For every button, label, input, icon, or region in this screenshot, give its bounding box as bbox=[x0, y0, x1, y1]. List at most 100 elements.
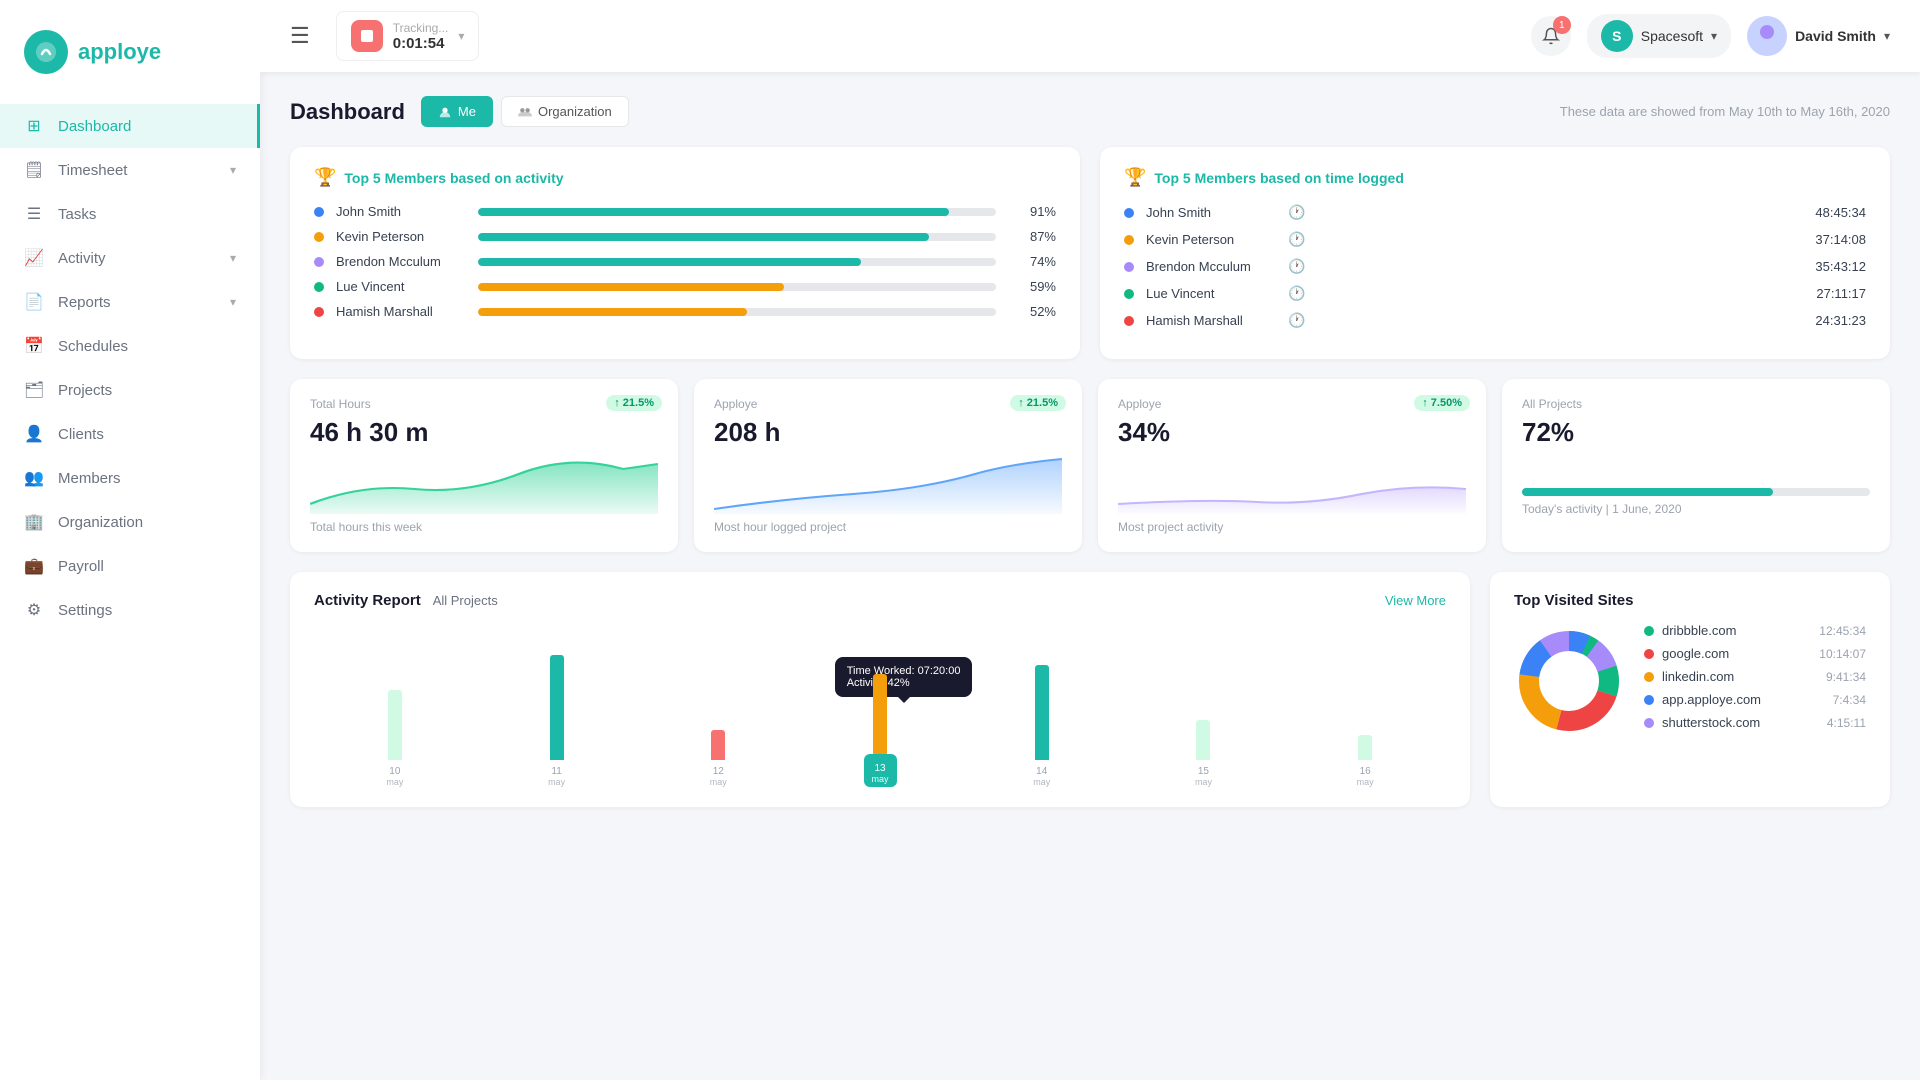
sidebar-item-dashboard[interactable]: ⊞ Dashboard bbox=[0, 104, 260, 148]
list-item: Kevin Peterson 🕐 37:14:08 bbox=[1124, 231, 1866, 248]
member-name: Brendon Mcculum bbox=[1146, 259, 1276, 274]
view-more-button[interactable]: View More bbox=[1385, 593, 1446, 608]
sidebar-item-reports[interactable]: 📄 Reports ▾ bbox=[0, 280, 260, 324]
notifications-button[interactable]: 1 bbox=[1531, 16, 1571, 56]
activity-report-subtitle: All Projects bbox=[433, 593, 498, 608]
dashboard-header: Dashboard Me Organization These data are… bbox=[290, 96, 1890, 127]
site-dot bbox=[1644, 718, 1654, 728]
member-name: Lue Vincent bbox=[336, 279, 466, 294]
list-item: shutterstock.com 4:15:11 bbox=[1644, 715, 1866, 730]
site-dot bbox=[1644, 626, 1654, 636]
site-time: 4:15:11 bbox=[1827, 716, 1866, 730]
bottom-section: Activity Report All Projects View More T… bbox=[290, 572, 1890, 807]
chevron-down-icon: ▾ bbox=[230, 295, 236, 309]
stat-value-all-projects: 72% bbox=[1522, 417, 1870, 448]
clock-icon: 🕐 bbox=[1288, 258, 1305, 275]
sidebar-label-clients: Clients bbox=[58, 426, 104, 443]
activity-pct: 91% bbox=[1018, 204, 1056, 219]
clock-icon: 🕐 bbox=[1288, 231, 1305, 248]
sidebar-item-payroll[interactable]: 💼 Payroll bbox=[0, 544, 260, 588]
dashboard-icon: ⊞ bbox=[24, 116, 44, 136]
member-time: 24:31:23 bbox=[1815, 313, 1866, 328]
sidebar-label-settings: Settings bbox=[58, 602, 112, 619]
tracking-stop-button[interactable] bbox=[351, 20, 383, 52]
top-activity-title: 🏆 Top 5 Members based on activity bbox=[314, 167, 1056, 188]
members-icon: 👥 bbox=[24, 468, 44, 488]
sidebar-label-organization: Organization bbox=[58, 514, 143, 531]
member-time: 48:45:34 bbox=[1815, 205, 1866, 220]
stat-chart-apploye-hours bbox=[714, 454, 1062, 514]
org-selector[interactable]: S Spacesoft ▾ bbox=[1587, 14, 1731, 58]
activity-bar-chart: 10may 11may 12may 13may 14may 15may 16ma… bbox=[314, 657, 1446, 787]
tab-me-label: Me bbox=[458, 104, 476, 119]
stat-card-all-projects: All Projects 72% Today's activity | 1 Ju… bbox=[1502, 379, 1890, 552]
logo: apploye bbox=[0, 20, 260, 104]
member-name: John Smith bbox=[336, 204, 466, 219]
list-item: 15may bbox=[1123, 720, 1285, 787]
stat-badge-apploye-hours: ↑ 21.5% bbox=[1010, 395, 1066, 411]
header: ☰ Tracking... 0:01:54 ▾ 1 S Spacesoft ▾ … bbox=[260, 0, 1920, 72]
activity-pct: 59% bbox=[1018, 279, 1056, 294]
org-dropdown-icon: ▾ bbox=[1711, 29, 1717, 43]
sites-title: Top Visited Sites bbox=[1514, 592, 1866, 609]
list-item: Lue Vincent 59% bbox=[314, 279, 1056, 294]
tab-me[interactable]: Me bbox=[421, 96, 493, 127]
time-members-list: John Smith 🕐 48:45:34 Kevin Peterson 🕐 3… bbox=[1124, 204, 1866, 329]
tracking-dropdown-icon[interactable]: ▾ bbox=[458, 29, 464, 43]
list-item: 14may bbox=[961, 665, 1123, 787]
sidebar-item-activity[interactable]: 📈 Activity ▾ bbox=[0, 236, 260, 280]
member-name: John Smith bbox=[1146, 205, 1276, 220]
activity-report-title: Activity Report bbox=[314, 592, 421, 609]
top-time-card: 🏆 Top 5 Members based on time logged Joh… bbox=[1100, 147, 1890, 359]
list-item: Lue Vincent 🕐 27:11:17 bbox=[1124, 285, 1866, 302]
user-dropdown-icon[interactable]: ▾ bbox=[1884, 29, 1890, 43]
sidebar-item-schedules[interactable]: 📅 Schedules bbox=[0, 324, 260, 368]
main-content: ☰ Tracking... 0:01:54 ▾ 1 S Spacesoft ▾ … bbox=[260, 0, 1920, 1080]
sidebar-item-projects[interactable]: 🗂 Projects bbox=[0, 368, 260, 412]
page-content: Dashboard Me Organization These data are… bbox=[260, 72, 1920, 1080]
menu-toggle-button[interactable]: ☰ bbox=[290, 23, 310, 49]
trophy-icon: 🏆 bbox=[314, 167, 336, 188]
member-time: 37:14:08 bbox=[1815, 232, 1866, 247]
site-name: app.apploye.com bbox=[1662, 692, 1825, 707]
stat-subtitle-all-projects: Today's activity | 1 June, 2020 bbox=[1522, 502, 1870, 516]
avatar bbox=[1747, 16, 1787, 56]
sidebar-item-timesheet[interactable]: 🗒 Timesheet ▾ bbox=[0, 148, 260, 192]
bar-stick bbox=[550, 655, 564, 760]
site-name: google.com bbox=[1662, 646, 1811, 661]
site-time: 12:45:34 bbox=[1819, 624, 1866, 638]
user-selector[interactable]: David Smith ▾ bbox=[1747, 16, 1890, 56]
stat-card-apploye-hours: Apploye ↑ 21.5% 208 h Most hour logged p… bbox=[694, 379, 1082, 552]
stat-subtitle-total-hours: Total hours this week bbox=[310, 520, 658, 534]
site-dot bbox=[1644, 695, 1654, 705]
bar-stick bbox=[1196, 720, 1210, 760]
date-range: These data are showed from May 10th to M… bbox=[1560, 104, 1890, 119]
stat-label-all-projects: All Projects bbox=[1522, 397, 1870, 411]
sidebar-item-tasks[interactable]: ☰ Tasks bbox=[0, 192, 260, 236]
sidebar-label-members: Members bbox=[58, 470, 121, 487]
sidebar-item-members[interactable]: 👥 Members bbox=[0, 456, 260, 500]
top-cards-section: 🏆 Top 5 Members based on activity John S… bbox=[290, 147, 1890, 359]
activity-bar bbox=[478, 283, 996, 291]
list-item: Brendon Mcculum 74% bbox=[314, 254, 1056, 269]
member-name: Hamish Marshall bbox=[1146, 313, 1276, 328]
member-dot bbox=[1124, 262, 1134, 272]
activity-chart-container: Time Worked: 07:20:00 Activity: 42% 10ma… bbox=[314, 657, 1446, 787]
sidebar-item-organization[interactable]: 🏢 Organization bbox=[0, 500, 260, 544]
bar-stick bbox=[711, 730, 725, 760]
member-name: Lue Vincent bbox=[1146, 286, 1276, 301]
stat-card-total-hours: Total Hours ↑ 21.5% 46 h 30 m Total hour… bbox=[290, 379, 678, 552]
member-dot bbox=[314, 207, 324, 217]
sidebar-item-settings[interactable]: ⚙ Settings bbox=[0, 588, 260, 632]
activity-bar bbox=[478, 258, 996, 266]
member-name: Kevin Peterson bbox=[1146, 232, 1276, 247]
site-dot bbox=[1644, 649, 1654, 659]
sidebar-item-clients[interactable]: 👤 Clients bbox=[0, 412, 260, 456]
stat-badge-total-hours: ↑ 21.5% bbox=[606, 395, 662, 411]
tracking-widget[interactable]: Tracking... 0:01:54 ▾ bbox=[336, 11, 480, 61]
donut-chart bbox=[1514, 626, 1624, 736]
tab-organization[interactable]: Organization bbox=[501, 96, 629, 127]
site-name: shutterstock.com bbox=[1662, 715, 1819, 730]
page-title: Dashboard bbox=[290, 99, 405, 125]
tracking-time: 0:01:54 bbox=[393, 35, 449, 52]
